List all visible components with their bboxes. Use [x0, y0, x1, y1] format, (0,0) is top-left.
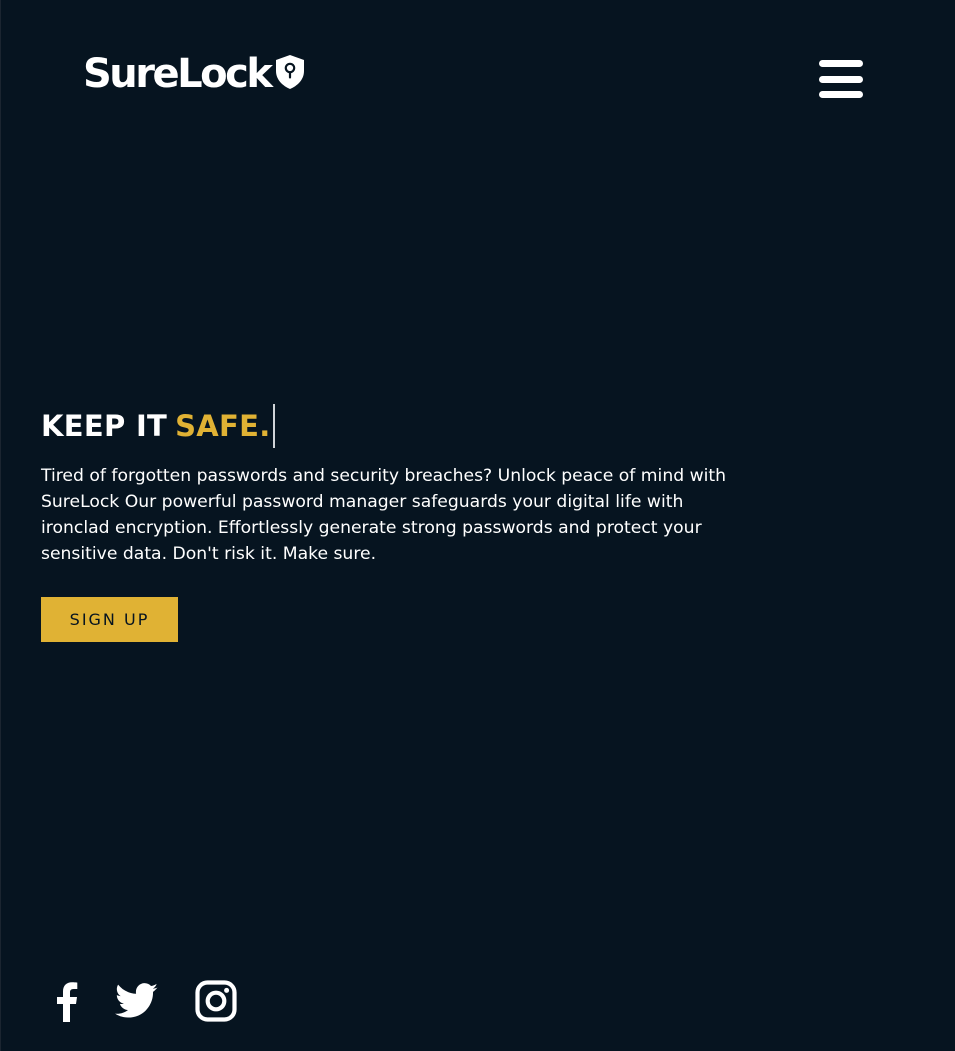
- facebook-icon[interactable]: [53, 980, 79, 1022]
- instagram-icon[interactable]: [195, 980, 237, 1022]
- landing-page: SureLock KEEP IT SAFE. Tired of forgotte…: [0, 0, 955, 1051]
- menu-bar-bottom: [819, 91, 863, 98]
- menu-bar-top: [819, 60, 863, 67]
- brand-name: SureLock: [83, 51, 273, 97]
- headline-accent: SAFE.: [175, 409, 271, 443]
- hero-description: Tired of forgotten passwords and securit…: [41, 466, 727, 564]
- social-links: [53, 980, 273, 1022]
- menu-bar-middle: [819, 75, 863, 83]
- brand-logo[interactable]: SureLock: [83, 54, 306, 94]
- shield-keyhole-icon: [276, 55, 305, 89]
- sign-up-button[interactable]: SIGN UP: [41, 597, 178, 642]
- hamburger-menu-icon[interactable]: [819, 60, 863, 98]
- hero-headline: KEEP IT SAFE.: [41, 404, 275, 448]
- text-cursor: [272, 404, 275, 448]
- twitter-icon[interactable]: [115, 983, 159, 1019]
- headline-prefix: KEEP IT: [41, 409, 168, 443]
